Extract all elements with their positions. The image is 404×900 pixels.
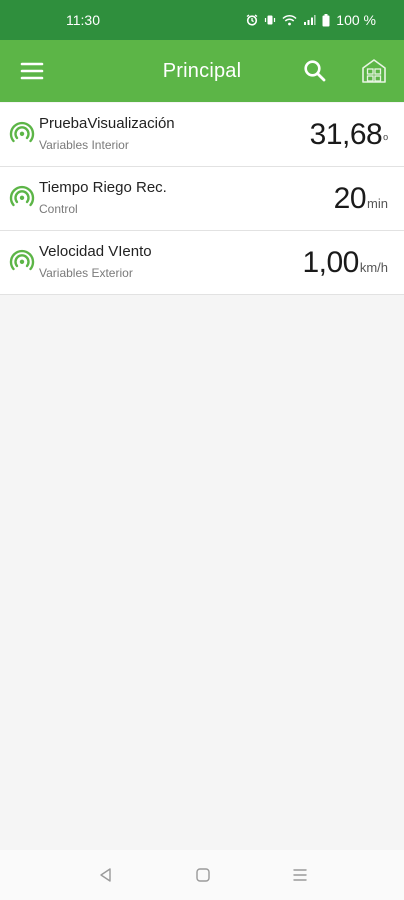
battery-level: 100 % <box>336 12 376 28</box>
battery-icon <box>322 13 330 27</box>
page-title: Principal <box>162 59 242 82</box>
item-title: PruebaVisualización <box>39 115 175 132</box>
greenhouse-icon[interactable] <box>360 57 388 85</box>
status-bar: 11:30 100 % <box>0 0 404 40</box>
variables-list: PruebaVisualización Variables Interior 3… <box>0 103 404 295</box>
item-value-group: 1,00 km/h <box>302 241 388 285</box>
item-subtitle: Variables Exterior <box>39 266 133 280</box>
item-subtitle: Variables Interior <box>39 138 129 152</box>
item-value-group: 31,68 º <box>310 113 388 157</box>
list-item[interactable]: PruebaVisualización Variables Interior 3… <box>0 103 404 167</box>
status-icons: 100 % <box>246 12 376 28</box>
item-title: Velocidad VIento <box>39 243 152 260</box>
item-unit: º <box>383 132 388 147</box>
status-time: 11:30 <box>66 12 100 28</box>
list-item[interactable]: Velocidad VIento Variables Exterior 1,00… <box>0 231 404 295</box>
wifi-icon <box>282 14 297 26</box>
home-icon[interactable] <box>194 866 212 884</box>
item-value: 1,00 <box>302 246 359 279</box>
item-unit: min <box>367 196 388 211</box>
alarm-icon <box>246 14 258 26</box>
signal-icon <box>303 14 316 26</box>
app-bar: Principal <box>0 40 404 102</box>
item-unit: km/h <box>359 260 388 275</box>
search-icon[interactable] <box>302 58 328 84</box>
item-title: Tiempo Riego Rec. <box>39 179 167 196</box>
item-value: 20 <box>333 182 367 215</box>
signal-broadcast-icon <box>9 121 35 147</box>
item-value: 31,68 <box>309 118 383 151</box>
signal-broadcast-icon <box>9 185 35 211</box>
item-subtitle: Control <box>39 202 78 216</box>
system-nav-bar <box>0 850 404 900</box>
menu-icon[interactable] <box>20 59 44 83</box>
item-value-group: 20 min <box>334 177 388 221</box>
list-item[interactable]: Tiempo Riego Rec. Control 20 min <box>0 167 404 231</box>
recents-icon[interactable] <box>291 866 309 884</box>
signal-broadcast-icon <box>9 249 35 275</box>
back-icon[interactable] <box>97 866 115 884</box>
vibrate-icon <box>264 14 276 26</box>
